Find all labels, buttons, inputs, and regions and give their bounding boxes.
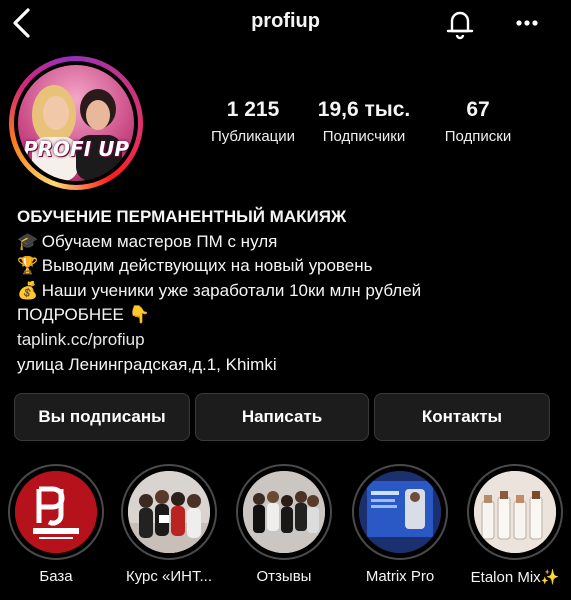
trophy-icon: 🏆 (17, 256, 39, 276)
highlight-item[interactable]: База (8, 464, 104, 585)
profile-link[interactable]: taplink.cc/profiup (17, 328, 557, 353)
posts-label: Публикации (210, 128, 296, 145)
highlight-item[interactable]: Matrix Pro (352, 464, 448, 585)
highlight-label: Matrix Pro (365, 568, 435, 585)
top-bar: profiup (0, 0, 571, 48)
followers-label: Подписчики (322, 128, 406, 145)
following-button[interactable]: Вы подписаны (14, 393, 190, 441)
username-title: profiup (251, 10, 320, 32)
bio-line: 🏆 Выводим действующих на новый уровень (17, 254, 557, 279)
highlight-ring (8, 464, 104, 560)
money-bag-icon: 💰 (17, 280, 39, 300)
profile-bio: ОБУЧЕНИЕ ПЕРМАНЕНТНЫЙ МАКИЯЖ 🎓 Обучаем м… (17, 205, 557, 377)
graduation-cap-icon: 🎓 (17, 231, 39, 251)
following-count: 67 (466, 98, 490, 121)
bio-line: 🎓 Обучаем мастеров ПМ с нуля (17, 230, 557, 255)
highlight-ring (121, 464, 217, 560)
profile-avatar[interactable]: PROFI UP (9, 56, 143, 190)
highlight-item[interactable]: Etalon Mix✨ (467, 464, 563, 586)
highlight-item[interactable]: Отзывы (236, 464, 332, 585)
more-options-icon[interactable] (510, 8, 544, 38)
highlight-item[interactable]: Курс «ИНТ... (121, 464, 217, 585)
bio-line-text: Выводим действующих на новый уровень (41, 256, 373, 276)
following-stat[interactable]: 67 Подписки (426, 98, 530, 145)
highlight-label: Курс «ИНТ... (125, 568, 213, 585)
message-button[interactable]: Написать (195, 393, 369, 441)
highlight-ring (352, 464, 448, 560)
bio-more: ПОДРОБНЕЕ 👇 (17, 303, 557, 328)
profile-address[interactable]: улица Ленинградская,д.1, Khimki (17, 353, 557, 378)
posts-stat[interactable]: 1 215 Публикации (200, 98, 306, 145)
highlight-label: Отзывы (256, 568, 312, 585)
avatar-border: PROFI UP (14, 61, 138, 185)
avatar-logo-text: PROFI UP (22, 137, 130, 161)
bio-line-text: Наши ученики уже заработали 10ки млн руб… (41, 280, 422, 300)
group-photo-icon (128, 471, 210, 553)
bio-more-text: ПОДРОБНЕЕ (17, 305, 124, 325)
bottles-photo-icon (474, 471, 556, 553)
screen-photo-icon (359, 471, 441, 553)
contacts-button[interactable]: Контакты (374, 393, 550, 441)
bio-line: 💰 Наши ученики уже заработали 10ки млн р… (17, 279, 557, 304)
students-photo-icon (243, 471, 325, 553)
followers-stat[interactable]: 19,6 тыс. Подписчики (310, 98, 418, 145)
profile-name: ОБУЧЕНИЕ ПЕРМАНЕНТНЫЙ МАКИЯЖ (17, 207, 347, 226)
highlight-ring (467, 464, 563, 560)
avatar-photo: PROFI UP (18, 65, 134, 181)
highlight-label: База (39, 568, 73, 585)
posts-count: 1 215 (226, 98, 280, 121)
highlight-ring (236, 464, 332, 560)
highlight-label: Etalon Mix✨ (470, 569, 560, 586)
profi-up-logo-icon (15, 471, 97, 553)
pointing-down-icon: 👇 (128, 305, 150, 325)
bell-icon[interactable] (443, 5, 477, 41)
following-label: Подписки (444, 128, 512, 145)
bio-line-text: Обучаем мастеров ПМ с нуля (41, 231, 278, 251)
avatar-people-illustration (32, 85, 122, 181)
followers-count: 19,6 тыс. (317, 98, 411, 121)
